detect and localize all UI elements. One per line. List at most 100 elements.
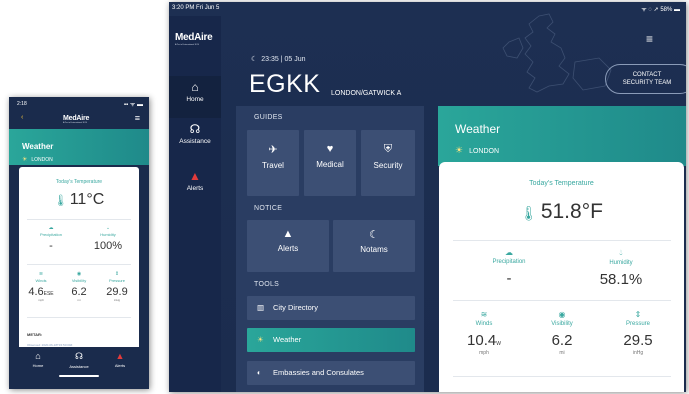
alert-icon: ▲: [282, 228, 294, 240]
phone-status-icons: ▪▪ ᯤ ▬: [123, 102, 143, 108]
shield-icon: ⛨: [383, 143, 393, 155]
divider: [27, 317, 131, 318]
thermometer-icon: 🌡︎: [520, 205, 538, 221]
phone-temp-text: 11°C: [69, 191, 105, 208]
pressure-icon: ⇕: [634, 310, 642, 319]
tablet-screenshot: 3:20 PM Fri Jun 5 ᯤ ◌ ➚ 58% ▬ MedAire A …: [169, 2, 686, 392]
sun-icon: ☀: [257, 335, 264, 344]
tablet-visibility-unit: mi: [559, 350, 565, 356]
tablet-winds-label: Winds: [475, 321, 493, 327]
tool-embassies-label: Embassies and Consulates: [273, 368, 364, 377]
headset-icon: ☊: [75, 351, 83, 361]
notice-notams-tile[interactable]: ☾ Notams: [333, 220, 415, 272]
globe-icon: ◐: [257, 368, 262, 377]
cloud-rain-icon: ☁: [505, 248, 513, 257]
tablet-humidity: 💧︎ Humidity 58.1%: [571, 248, 671, 288]
guide-travel-label: Travel: [262, 161, 284, 170]
phone-tab-alerts-label: Alerts: [114, 363, 126, 368]
tablet-humidity-value: 58.1%: [599, 271, 643, 288]
phone-metar-label: METAR:: [27, 332, 43, 337]
tool-city-directory-label: City Directory: [273, 303, 319, 312]
phone-humidity-value: 100%: [93, 240, 123, 252]
tablet-pressure-label: Pressure: [625, 321, 650, 327]
guide-travel-tile[interactable]: ✈ Travel: [247, 130, 299, 196]
thermometer-icon: 🌡︎: [53, 195, 68, 207]
phone-winds-dir: ESE: [43, 291, 54, 297]
tool-embassies[interactable]: ◐ Embassies and Consulates: [247, 361, 415, 385]
tablet-status-icons: ᯤ ◌ ➚ 58% ▬: [641, 7, 680, 13]
phone-precipitation-value: -: [49, 240, 53, 252]
phone-tab-home[interactable]: ⌂ Home: [18, 351, 58, 368]
phone-winds-number: 4.6: [28, 286, 44, 298]
alert-icon: ▲: [189, 169, 201, 183]
guide-security-label: Security: [373, 161, 403, 170]
tablet-location-label: LONDON: [469, 148, 500, 155]
phone-pressure-unit: inHg: [113, 298, 121, 302]
eye-icon: ◉: [76, 271, 82, 277]
tools-section-label: TOOLS: [254, 281, 280, 288]
tablet-datetime: ☾ 23:35 | 05 Jun: [251, 55, 306, 63]
tablet-status-time: 3:20 PM Fri Jun 5: [172, 5, 219, 11]
guide-security-tile[interactable]: ⛨ Security: [361, 130, 415, 196]
tablet-winds-value: 10.4W: [451, 332, 517, 349]
sidebar-item-assistance[interactable]: ☊ Assistance: [169, 122, 221, 145]
phone-humidity: 💧︎ Humidity 100%: [83, 225, 133, 252]
hamburger-menu-icon[interactable]: ≡: [135, 113, 140, 123]
contact-security-team-button[interactable]: CONTACT SECURITY TEAM: [605, 64, 686, 94]
eye-icon: ◉: [558, 310, 566, 319]
wind-icon: ≋: [38, 271, 44, 277]
tablet-temp-text: 51.8°F: [540, 200, 603, 223]
sidebar-item-home[interactable]: ⌂ Home: [169, 76, 221, 118]
phone-tab-assistance-label: Assistance: [69, 364, 89, 369]
guide-medical-label: Medical: [316, 160, 344, 169]
phone-winds-label: Winds: [35, 278, 47, 283]
tablet-temp-value: 🌡︎ 51.8°F: [439, 200, 684, 224]
tablet-winds: ≋ Winds 10.4W mph: [451, 310, 517, 356]
phone-header: ‹ MedAire A Part of International SOS ≡: [9, 111, 149, 129]
phone-visibility-value: 6.2: [71, 286, 87, 298]
wind-icon: ≋: [480, 310, 488, 319]
phone-status-time: 2:18: [17, 101, 27, 107]
divider: [27, 264, 131, 265]
divider: [453, 300, 671, 301]
phone-winds-unit: mph: [38, 298, 44, 302]
sidebar-item-alerts[interactable]: ▲ Alerts: [169, 169, 221, 192]
tablet-winds-dir: W: [496, 341, 501, 347]
phone-visibility-unit: mi: [77, 298, 81, 302]
phone-tab-home-label: Home: [32, 363, 44, 368]
phone-winds: ≋ Winds 4.6ESE mph: [23, 271, 59, 302]
phone-precipitation: ☁ Precipitation -: [27, 225, 75, 252]
hamburger-menu-icon[interactable]: ≡: [646, 32, 653, 46]
tablet-pressure-value: 29.5: [623, 332, 653, 349]
tablet-datetime-text: 23:35 | 05 Jun: [261, 56, 306, 63]
medaire-logo-subtitle: A Part of International SOS: [63, 122, 88, 124]
phone-pressure: ⇕ Pressure 29.9 inHg: [99, 271, 135, 302]
phone-tab-alerts[interactable]: ▲ Alerts: [100, 351, 140, 368]
airport-code: EGKK: [249, 70, 321, 98]
droplet-icon: 💧︎: [619, 248, 623, 257]
phone-visibility-label: Visibility: [71, 278, 87, 283]
tablet-pressure: ⇕ Pressure 29.5 inHg: [605, 310, 671, 356]
moon-icon: ☾: [369, 229, 379, 241]
tool-city-directory[interactable]: ▥ City Directory: [247, 296, 415, 320]
phone-status-bar: 2:18 ▪▪ ᯤ ▬: [9, 97, 149, 111]
moon-icon: ☾: [251, 56, 258, 63]
phone-winds-value: 4.6ESE: [23, 286, 59, 298]
cloud-rain-icon: ☁: [48, 225, 54, 231]
notice-alerts-label: Alerts: [277, 244, 299, 253]
phone-visibility: ◉ Visibility 6.2 mi: [61, 271, 97, 302]
phone-pressure-value: 29.9: [106, 286, 128, 298]
tablet-menu-panel: GUIDES ✈ Travel ♥ Medical ⛨ Security NOT…: [236, 106, 424, 392]
phone-pressure-label: Pressure: [108, 278, 125, 283]
tablet-visibility-value: 6.2: [551, 332, 573, 349]
sidebar-item-assistance-label: Assistance: [179, 138, 211, 145]
back-icon[interactable]: ‹: [21, 114, 23, 121]
headset-icon: ☊: [189, 122, 201, 136]
tool-weather[interactable]: ☀ Weather: [247, 328, 415, 352]
phone-tab-assistance[interactable]: ☊ Assistance: [59, 351, 99, 369]
phone-weather-location: ☀ LONDON: [22, 156, 53, 163]
notice-alerts-tile[interactable]: ▲ Alerts: [247, 220, 329, 272]
uk-map-background: [502, 13, 612, 93]
sun-icon: ☀: [22, 157, 28, 163]
guide-medical-tile[interactable]: ♥ Medical: [304, 130, 356, 196]
